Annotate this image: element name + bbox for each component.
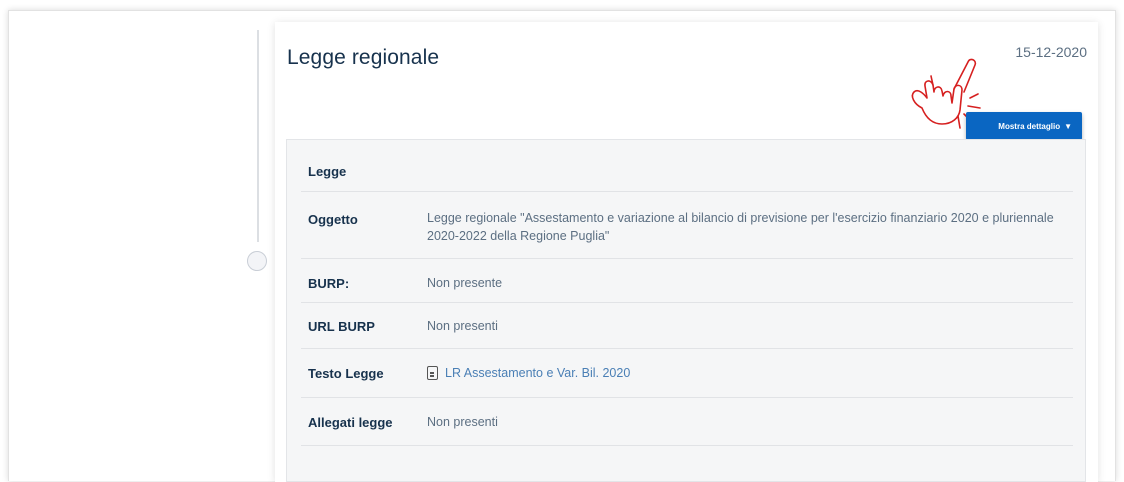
- page-frame: Legge regionale 15-12-2020 Mostra dettag…: [0, 0, 1124, 482]
- timeline-dot: [247, 251, 267, 271]
- row-label: Allegati legge: [308, 415, 393, 430]
- row-label: URL BURP: [308, 319, 375, 334]
- caret-down-icon: ▼: [1064, 121, 1072, 131]
- table-row: Legge: [301, 140, 1073, 192]
- row-label: Legge: [308, 164, 347, 179]
- table-row: Testo Legge LR Assestamento e Var. Bil. …: [301, 349, 1073, 398]
- timeline-line: [257, 30, 259, 242]
- row-label: BURP:: [308, 276, 350, 291]
- row-value: Non presenti: [427, 319, 498, 333]
- row-value: Non presenti: [427, 415, 498, 429]
- table-row: Allegati legge Non presenti: [301, 398, 1073, 446]
- law-text-link[interactable]: LR Assestamento e Var. Bil. 2020: [445, 366, 630, 380]
- card-title: Legge regionale: [287, 46, 440, 69]
- show-detail-label: Mostra dettaglio: [998, 121, 1061, 131]
- table-row: Oggetto Legge regionale "Assestamento e …: [301, 192, 1073, 259]
- row-value: LR Assestamento e Var. Bil. 2020: [427, 364, 1062, 382]
- row-label: Testo Legge: [308, 366, 384, 381]
- table-row: URL BURP Non presenti: [301, 303, 1073, 349]
- row-value: Legge regionale "Assestamento e variazio…: [427, 211, 1054, 243]
- show-detail-button[interactable]: Mostra dettaglio ▼: [966, 112, 1082, 140]
- card-date: 15-12-2020: [1015, 44, 1087, 60]
- table-row: BURP: Non presente: [301, 259, 1073, 303]
- row-value: Non presente: [427, 276, 503, 290]
- row-label: Oggetto: [308, 212, 358, 227]
- document-icon: [427, 366, 438, 380]
- law-card: Legge regionale 15-12-2020 Mostra dettag…: [275, 22, 1098, 482]
- detail-table: Legge Oggetto Legge regionale "Assestame…: [286, 139, 1086, 482]
